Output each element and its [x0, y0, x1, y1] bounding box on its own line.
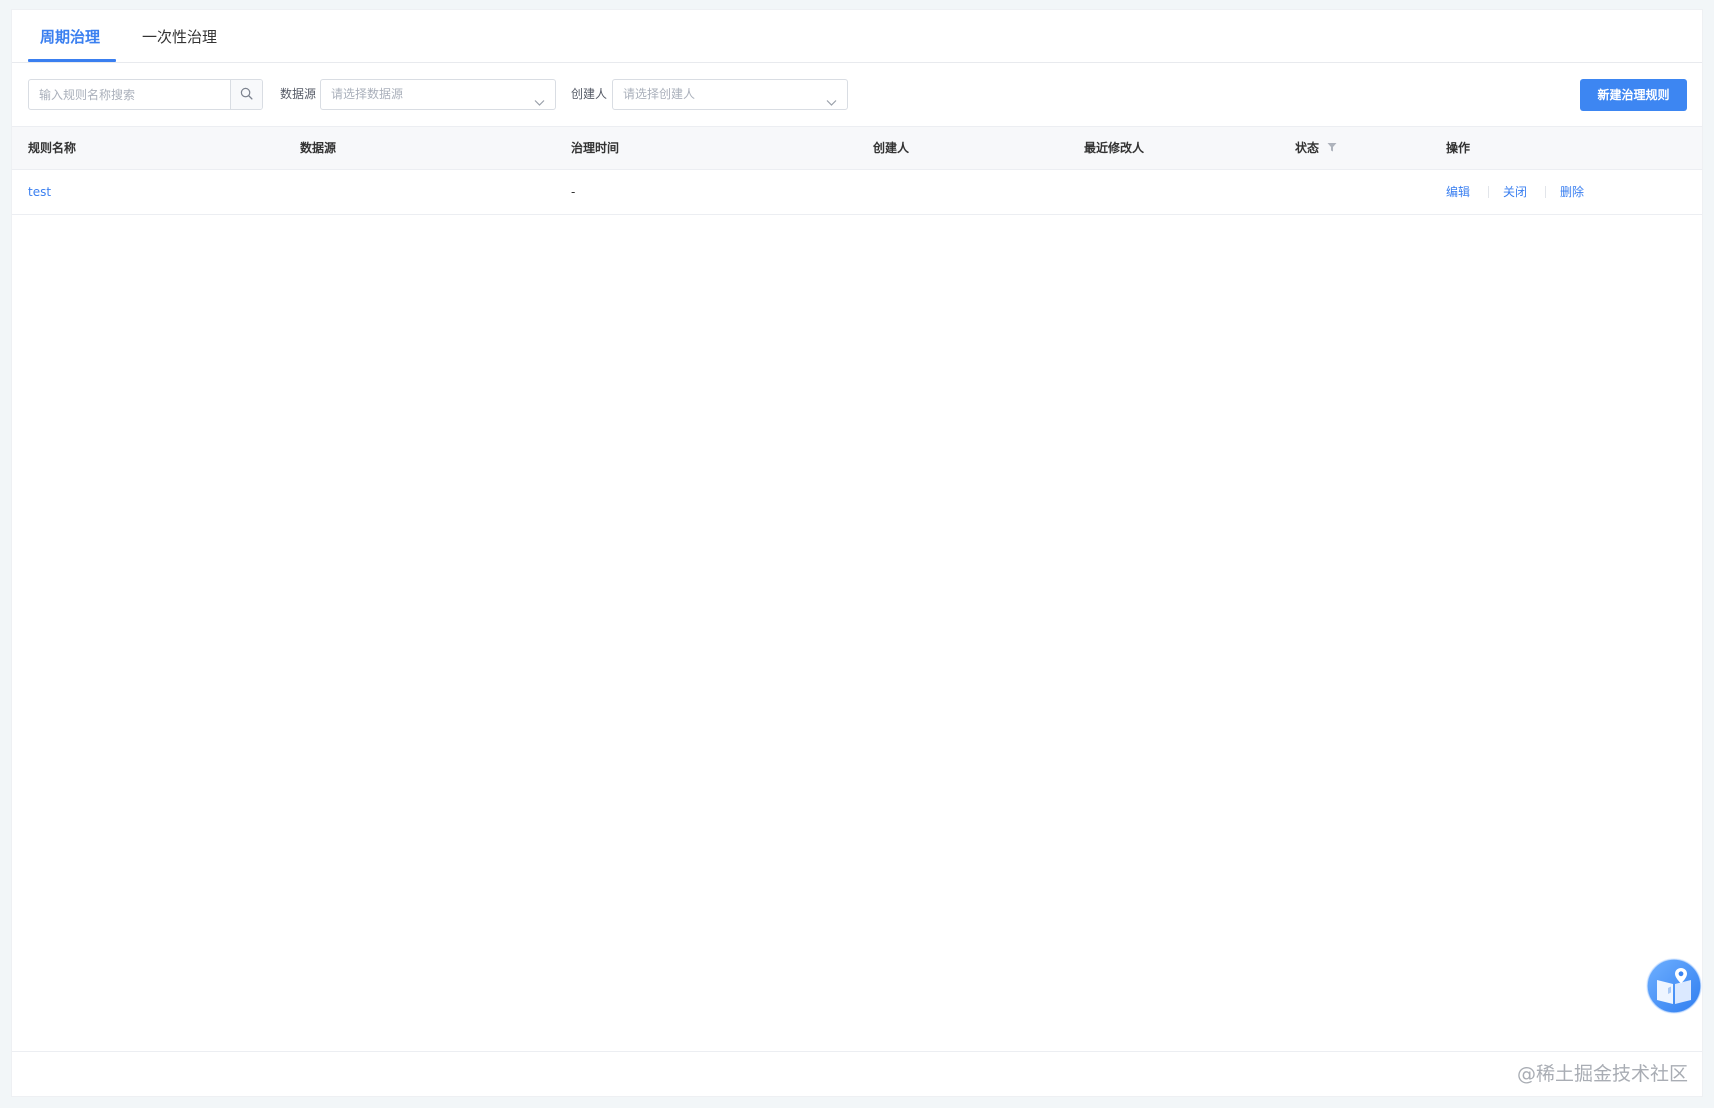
- table-header: 规则名称 数据源 治理时间 创建人 最近修改人 状态 操作: [12, 126, 1702, 170]
- column-header-last-modifier: 最近修改人: [1084, 141, 1145, 155]
- action-divider: [1545, 186, 1546, 198]
- edit-link[interactable]: 编辑: [1446, 170, 1470, 214]
- rule-name-search-input[interactable]: [29, 80, 230, 109]
- chevron-down-icon: [534, 89, 545, 118]
- new-governance-rule-button[interactable]: 新建治理规则: [1580, 79, 1687, 111]
- datasource-label: 数据源: [280, 87, 317, 101]
- search-box: [28, 79, 263, 110]
- column-header-status-label: 状态: [1295, 141, 1320, 155]
- main-card: 周期治理 一次性治理 数据源 请选择数据源 创建人: [11, 9, 1703, 1097]
- column-header-datasource: 数据源: [300, 141, 337, 155]
- action-divider: [1488, 186, 1489, 198]
- tab-periodic-governance[interactable]: 周期治理: [40, 10, 100, 62]
- rule-name-link[interactable]: test: [28, 170, 51, 214]
- search-icon: [240, 85, 253, 104]
- column-header-governance-time: 治理时间: [571, 141, 620, 155]
- creator-select-placeholder: 请选择创建人: [623, 87, 696, 101]
- column-header-status: 状态: [1295, 127, 1337, 169]
- guide-book-icon: [1646, 958, 1702, 1018]
- creator-select[interactable]: 请选择创建人: [612, 79, 848, 110]
- delete-link[interactable]: 删除: [1560, 170, 1584, 214]
- column-header-creator: 创建人: [873, 141, 910, 155]
- active-tab-indicator: [28, 59, 116, 62]
- column-header-rule-name: 规则名称: [28, 141, 77, 155]
- watermark: @稀土掘金技术社区: [1516, 1063, 1688, 1085]
- close-link[interactable]: 关闭: [1503, 170, 1527, 214]
- chevron-down-icon: [826, 89, 837, 118]
- footer-divider: [12, 1051, 1702, 1052]
- creator-label: 创建人: [571, 87, 608, 101]
- tab-bar: 周期治理 一次性治理: [12, 10, 1702, 63]
- filter-toolbar: 数据源 请选择数据源 创建人 请选择创建人 新建治理规则: [12, 63, 1702, 124]
- datasource-select[interactable]: 请选择数据源: [320, 79, 556, 110]
- column-header-actions: 操作: [1446, 141, 1471, 155]
- tab-one-time-governance[interactable]: 一次性治理: [142, 10, 217, 62]
- filter-icon[interactable]: [1327, 127, 1337, 169]
- floating-help-button[interactable]: [1646, 958, 1702, 1014]
- search-button[interactable]: [230, 80, 262, 109]
- table-row: test - 编辑 关闭 删除: [12, 170, 1702, 215]
- governance-time-cell: -: [571, 185, 576, 199]
- datasource-select-placeholder: 请选择数据源: [331, 87, 404, 101]
